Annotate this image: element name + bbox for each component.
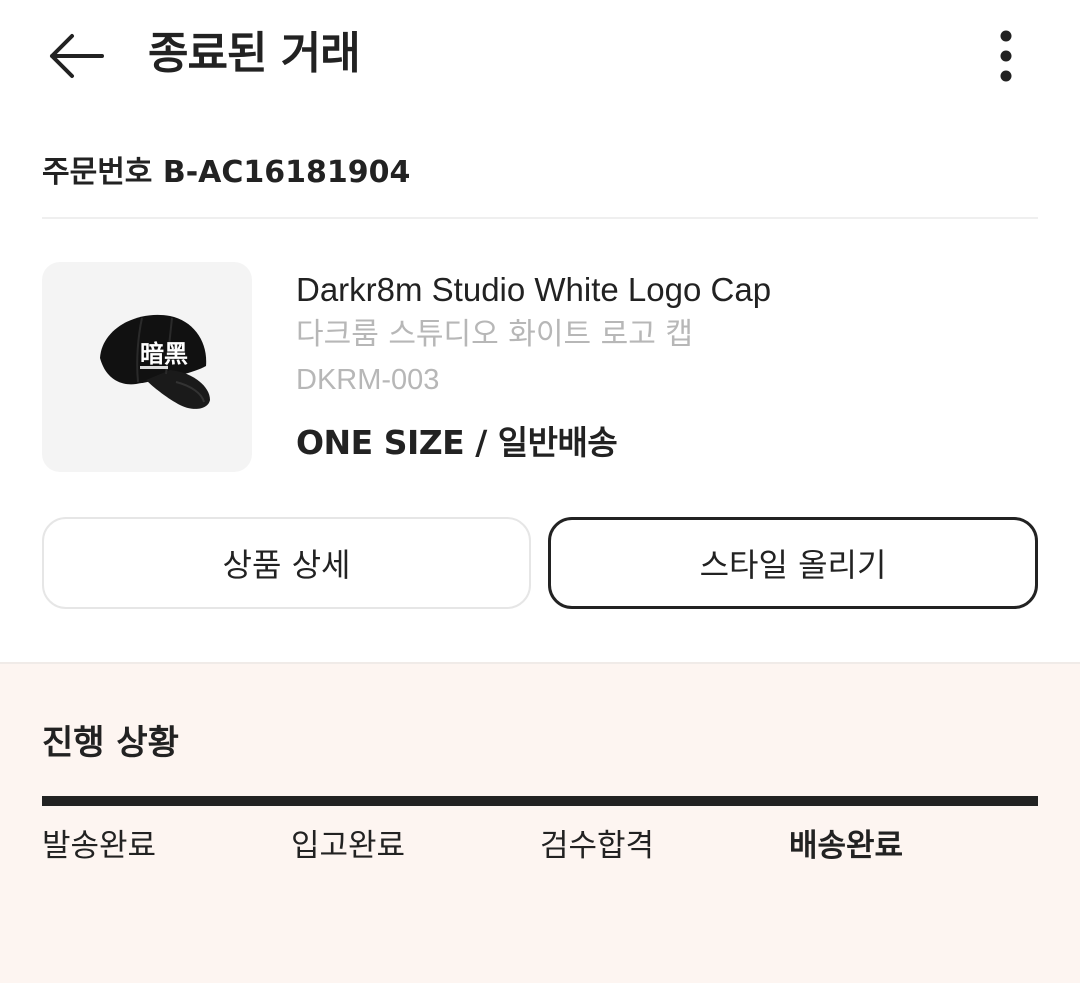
step-shipped: 발송완료 bbox=[42, 828, 157, 864]
product-name-ko: 다크룸 스튜디오 화이트 로고 캡 bbox=[296, 317, 693, 352]
product-option: ONE SIZE / 일반배송 bbox=[296, 423, 618, 462]
back-button[interactable] bbox=[44, 28, 108, 84]
product-image[interactable]: 暗黑 bbox=[42, 262, 252, 472]
more-vertical-icon bbox=[1000, 30, 1012, 82]
progress-fill bbox=[42, 796, 1038, 806]
step-inspection-passed: 검수합격 bbox=[540, 828, 655, 864]
progress-section: 진행 상황 발송완료 입고완료 검수합격 배송완료 bbox=[0, 662, 1080, 983]
product-code: DKRM-003 bbox=[296, 364, 440, 396]
app-header: 종료된 거래 bbox=[0, 0, 1080, 112]
post-style-button[interactable]: 스타일 올리기 bbox=[548, 517, 1038, 609]
page-title: 종료된 거래 bbox=[148, 28, 361, 79]
step-delivered: 배송완료 bbox=[789, 828, 904, 864]
product-name-en: Darkr8m Studio White Logo Cap bbox=[296, 271, 772, 308]
post-style-button-label: 스타일 올리기 bbox=[699, 546, 887, 584]
progress-bar bbox=[42, 796, 1038, 806]
cap-logo-text: 暗黑 bbox=[140, 339, 188, 368]
order-number: 주문번호 B-AC16181904 bbox=[42, 155, 411, 190]
more-options-button[interactable] bbox=[986, 28, 1026, 84]
arrow-left-icon bbox=[50, 34, 104, 78]
product-detail-button[interactable]: 상품 상세 bbox=[42, 517, 531, 609]
step-received: 입고완료 bbox=[291, 828, 406, 864]
divider bbox=[42, 217, 1038, 219]
cap-image: 暗黑 bbox=[100, 314, 210, 409]
page: 종료된 거래 주문번호 B-AC16181904 暗黑 Darkr8m Stud… bbox=[0, 0, 1080, 983]
product-detail-button-label: 상품 상세 bbox=[222, 546, 351, 584]
progress-title: 진행 상황 bbox=[42, 723, 179, 763]
